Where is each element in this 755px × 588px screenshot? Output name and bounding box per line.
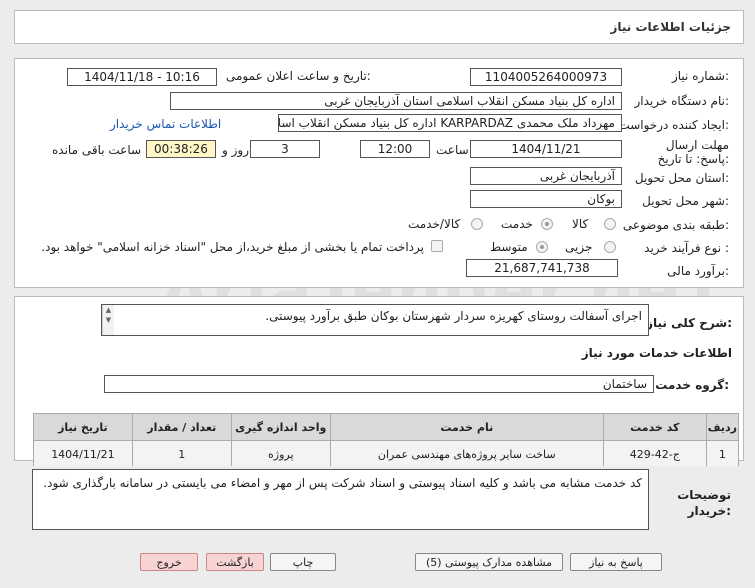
col-service-name: نام خدمت [329,413,604,441]
days-label: روز و [222,143,249,157]
remaining-time-field: 00:38:26 [146,140,216,158]
print-button[interactable]: چاپ [270,553,336,571]
category-service-radio[interactable] [541,218,553,230]
process-option-minor: جزیی [565,240,593,254]
time-label: ساعت [436,143,469,157]
budget-field[interactable]: 21,687,741,738 [466,259,618,277]
process-minor-radio[interactable] [604,241,616,253]
col-quantity: تعداد / مقدار [131,413,232,441]
process-option-medium: متوسط [490,240,528,254]
cell-unit: پروژه [230,440,331,468]
province-field[interactable]: آذربایجان غربی [470,167,622,185]
requester-field[interactable]: مهرداد ملک محمدی KARPARDAZ اداره کل بنیا… [278,114,622,132]
buyer-notes-textarea[interactable]: کد خدمت مشابه می باشد و کلیه اسناد پیوست… [32,469,649,530]
days-remaining-field[interactable]: 3 [250,140,320,158]
deadline-date-field[interactable]: 1404/11/21 [470,140,622,158]
announce-field[interactable]: 1404/11/18 - 10:16 [67,68,217,86]
col-unit: واحد اندازه گیری [230,413,331,441]
cell-service-name: ساخت سایر پروژه‌های مهندسی عمران [329,440,604,468]
description-text: اجرای آسفالت روستای کهریزه سردار شهرستان… [265,309,642,323]
col-service-code: کد خدمت [602,413,707,441]
service-group-field[interactable]: ساختمان [104,375,654,393]
page-title: جزئیات اطلاعات نیاز [610,20,731,34]
col-need-date: تاریخ نیاز [33,413,133,441]
need-number-label: شماره نیاز: [671,69,729,83]
cell-quantity: 1 [131,440,232,468]
buyer-notes-label-line2: خریدار: [687,504,731,518]
buyer-notes-text: کد خدمت مشابه می باشد و کلیه اسناد پیوست… [43,476,642,490]
description-textarea[interactable]: اجرای آسفالت روستای کهریزه سردار شهرستان… [101,304,649,336]
category-goods-radio[interactable] [604,218,616,230]
buyer-org-field[interactable]: اداره کل بنیاد مسکن انقلاب اسلامی استان … [170,92,622,110]
cell-need-date: 1404/11/21 [33,440,133,468]
service-group-label: گروه خدمت: [655,378,729,392]
city-label: شهر محل تحویل: [642,194,729,208]
buyer-contact-link[interactable]: اطلاعات تماس خریدار [110,117,221,131]
remaining-time-label: ساعت باقی مانده [52,143,142,157]
cell-service-code: ج-42-429 [602,440,707,468]
category-option-goods: کالا [572,217,589,231]
services-table: ردیف کد خدمت نام خدمت واحد اندازه گیری ت… [33,413,740,468]
description-label: شرح کلی نیاز: [646,316,732,330]
category-option-service: خدمت [501,217,533,231]
city-field[interactable]: بوکان [470,190,622,208]
category-label: طبقه بندی موضوعی: [622,218,729,232]
exit-button[interactable]: خروج [140,553,198,571]
deadline-time-field[interactable]: 12:00 [360,140,430,158]
col-row: ردیف [705,413,740,441]
page-header: جزئیات اطلاعات نیاز [14,10,744,44]
province-label: استان محل تحویل: [634,171,729,185]
process-medium-radio[interactable] [536,241,548,253]
cell-row: 1 [705,440,740,468]
treasury-payment-note: پرداخت تمام یا بخشی از مبلغ خرید،از محل … [41,240,424,254]
need-number-field[interactable]: 1104005264000973 [470,68,622,86]
buyer-org-label: نام دستگاه خریدار: [634,94,730,108]
buyer-notes-label-line1: توضیحات [677,488,731,502]
treasury-payment-checkbox[interactable] [431,240,443,252]
reply-button[interactable]: پاسخ به نیاز [570,553,662,571]
services-section-title: اطلاعات خدمات مورد نیاز [581,346,732,360]
back-button[interactable]: بازگشت [206,553,264,571]
table-row: 1 ج-42-429 ساخت سایر پروژه‌های مهندسی عم… [33,440,740,468]
description-scrollbar[interactable]: ▲ ▼ [102,305,114,335]
announce-label: تاریخ و ساعت اعلان عمومی: [226,69,371,83]
category-option-both: کالا/خدمت [408,217,461,231]
process-label: نوع فرآیند خرید : [644,241,729,255]
deadline-label: مهلت ارسال پاسخ: تا تاریخ: [657,138,729,166]
requester-label: ایجاد کننده درخواست: [618,118,729,132]
budget-label: برآورد مالی: [667,264,729,278]
view-attachments-button[interactable]: مشاهده مدارک پیوستی (5) [415,553,563,571]
category-both-radio[interactable] [471,218,483,230]
